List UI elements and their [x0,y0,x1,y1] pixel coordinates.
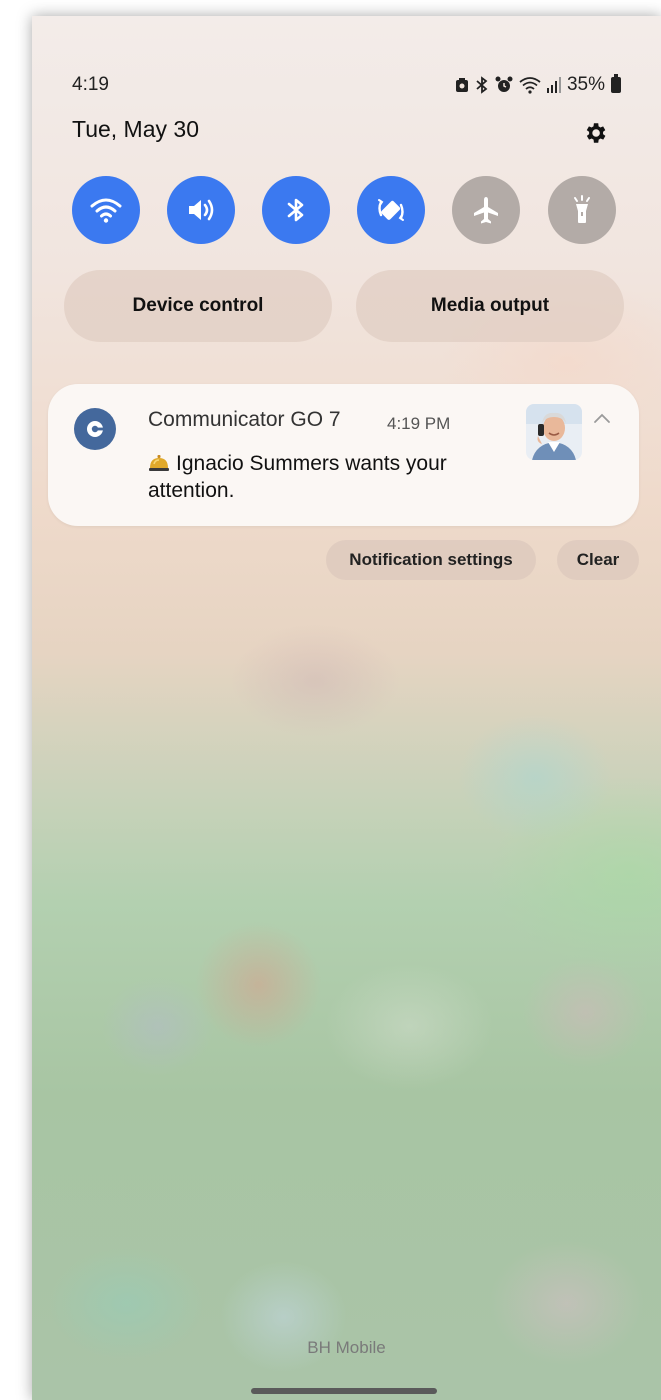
signal-icon [546,77,561,93]
media-output-button[interactable]: Media output [356,270,624,342]
service-bell-icon [149,455,169,471]
auto-rotate-icon [378,199,404,221]
notification-settings-label: Notification settings [349,550,513,569]
media-output-label: Media output [430,295,550,316]
volume-icon [189,199,214,221]
chevron-up-icon[interactable] [593,412,611,424]
contact-avatar [526,404,582,460]
status-time: 4:19 [72,74,109,95]
flashlight-icon [574,195,590,223]
contact-photo [526,404,582,460]
bluetooth-toggle[interactable] [262,176,330,244]
battery-percent: 35% [566,74,605,95]
auto-rotate-toggle[interactable] [357,176,425,244]
quick-settings-row [72,176,616,244]
battery-icon [611,74,621,93]
device-control-label: Device control [132,295,264,316]
alarm-icon [495,76,513,92]
notification-message-row: Ignacio Summers wants your attention. [148,450,528,504]
flashlight-toggle[interactable] [548,176,616,244]
screenshot-icon [455,78,468,92]
wifi-icon [519,77,541,94]
clear-label: Clear [576,550,620,569]
phone-screen: 4:19 35% Tue, May 30 Device control Medi… [32,16,661,1400]
notification-time: 4:19 PM [387,414,451,433]
clear-button[interactable]: Clear [557,540,639,580]
communicator-app-icon [74,408,116,450]
bluetooth-icon [287,198,304,222]
sound-toggle[interactable] [167,176,235,244]
settings-gear-icon[interactable] [582,120,608,146]
status-icons: 35% [455,74,621,96]
communicator-logo-icon [87,421,104,437]
wifi-toggle[interactable] [72,176,140,244]
bluetooth-icon [476,76,488,94]
carrier-label: BH Mobile [307,1338,386,1357]
notification-card[interactable]: Communicator GO 7 4:19 PM Ignacio Summer… [48,384,639,526]
airplane-mode-toggle[interactable] [452,176,520,244]
notification-message: Ignacio Summers wants your attention. [148,452,447,502]
wifi-icon [90,198,122,223]
date-label: Tue, May 30 [72,116,199,142]
airplane-icon [474,197,498,224]
device-control-button[interactable]: Device control [64,270,332,342]
status-bar: 4:19 35% [72,72,621,98]
notification-settings-button[interactable]: Notification settings [326,540,536,580]
notification-app-name: Communicator GO 7 [148,408,341,431]
home-gesture-bar[interactable] [251,1388,437,1394]
